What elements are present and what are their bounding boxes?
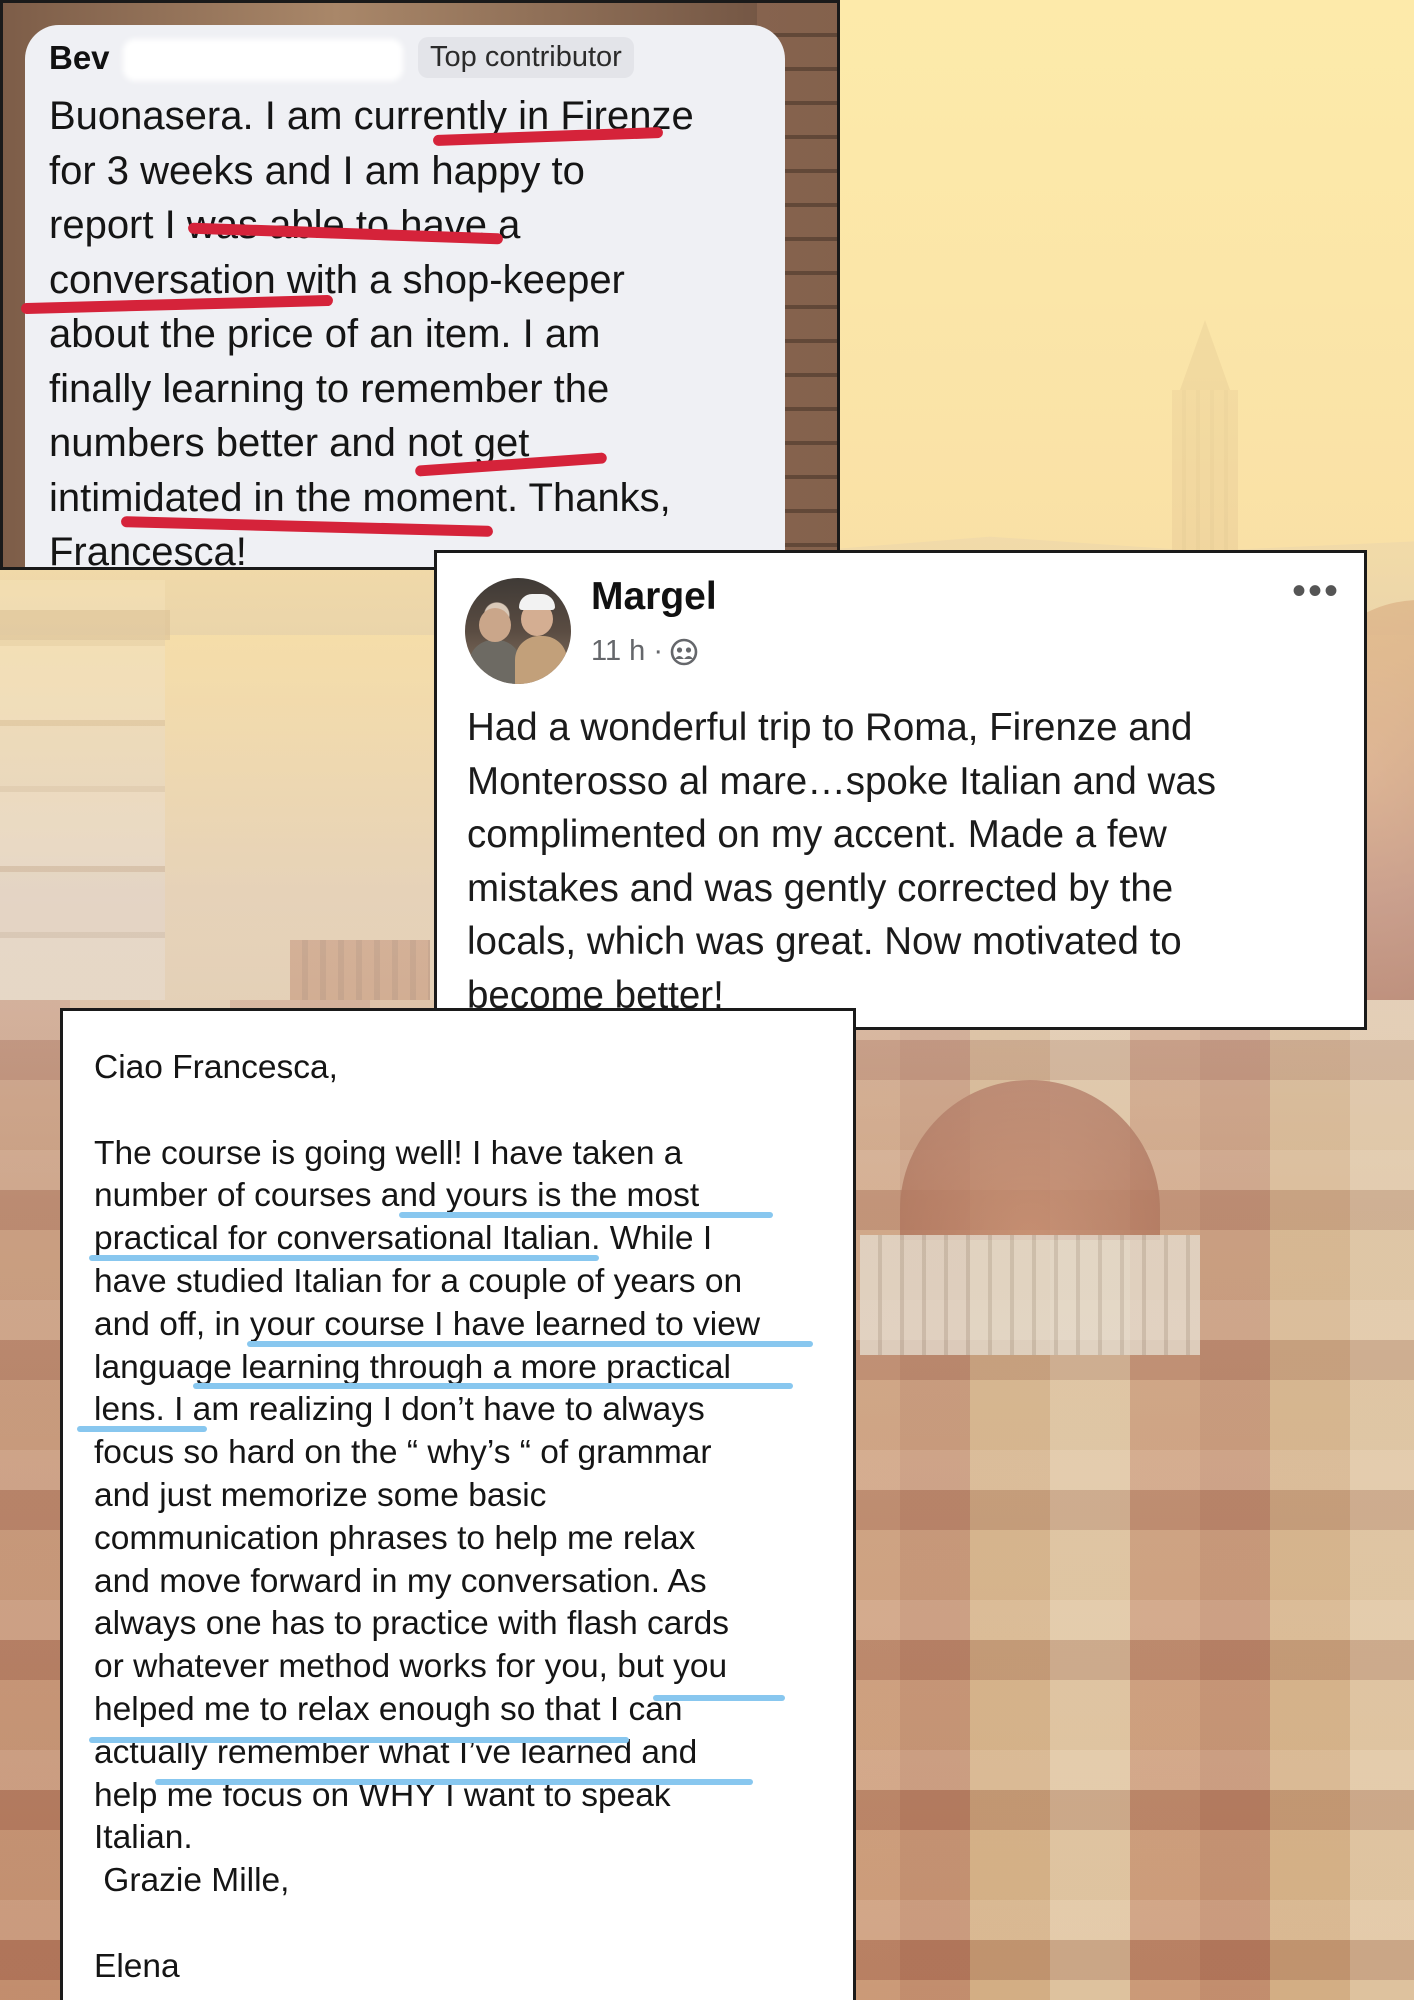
post-timestamp[interactable]: 11 h · <box>591 635 663 668</box>
letter-line: communication phrases to help me relax <box>94 1519 696 1557</box>
post-meta: 11 h · <box>591 635 699 668</box>
blue-underline <box>399 1212 773 1218</box>
blue-underline <box>653 1695 785 1701</box>
post-line: mistakes and was gently corrected by the <box>467 866 1174 910</box>
letter-line <box>94 1090 834 1133</box>
letter-line: always one has to practice with flash ca… <box>94 1605 729 1643</box>
blue-underline <box>155 1779 753 1785</box>
margel-post-card: Margel 11 h · ••• Had a wonderful trip t… <box>434 550 1367 1030</box>
post-line: Monterosso al mare…spoke Italian and was <box>467 759 1216 803</box>
more-dots-icon[interactable]: ••• <box>1292 571 1340 611</box>
letter-line: The course is going well! I have taken a <box>94 1134 683 1172</box>
top-contributor-badge: Top contributor <box>418 37 634 78</box>
comment-text: Buonasera. I am currently in Firenze for… <box>49 89 769 567</box>
letter-line: and just memorize some basic <box>94 1476 547 1514</box>
blue-underline <box>193 1383 793 1389</box>
letter-text: Ciao Francesca, The course is going well… <box>94 1047 834 1989</box>
avatar[interactable] <box>465 578 571 684</box>
letter-line: Ciao Francesca, <box>94 1049 338 1086</box>
comment-line: report I was able to have a <box>49 203 521 247</box>
letter-line: and move forward in my conversation. As <box>94 1562 707 1600</box>
poster-name[interactable]: Margel <box>591 575 717 619</box>
blue-underline <box>77 1426 207 1432</box>
comment-line: about the price of an item. I am <box>49 312 601 356</box>
letter-line: focus so hard on the “ why’s “ of gramma… <box>94 1434 712 1472</box>
post-line: locals, which was great. Now motivated t… <box>467 920 1182 963</box>
blue-underline <box>89 1255 599 1261</box>
post-line: complimented on my accent. Made a few <box>467 813 1167 856</box>
comment-line: numbers better and not get <box>49 421 530 465</box>
letter-line: Italian. <box>94 1819 193 1857</box>
bev-post-screenshot: Bev Top contributor Buonasera. I am curr… <box>0 0 840 570</box>
friends-icon <box>669 637 699 667</box>
letter-line: or whatever method works for you, but yo… <box>94 1648 728 1686</box>
post-line: Had a wonderful trip to Roma, Firenze an… <box>467 706 1193 749</box>
comment-line: for 3 weeks and I am happy to <box>49 148 585 193</box>
letter-line: have studied Italian for a couple of yea… <box>94 1262 743 1300</box>
commenter-name[interactable]: Bev <box>49 39 110 77</box>
blue-underline <box>247 1341 813 1347</box>
blue-underline <box>89 1737 629 1743</box>
comment-line: finally learning to remember the <box>49 366 610 411</box>
letter-line: Grazie Mille, <box>94 1862 290 1900</box>
elena-letter-card: Ciao Francesca, The course is going well… <box>60 1008 856 2000</box>
post-text: Had a wonderful trip to Roma, Firenze an… <box>467 701 1337 1022</box>
letter-line <box>94 1903 834 1946</box>
redacted-surname <box>123 39 403 81</box>
letter-line: Elena <box>94 1947 180 1985</box>
